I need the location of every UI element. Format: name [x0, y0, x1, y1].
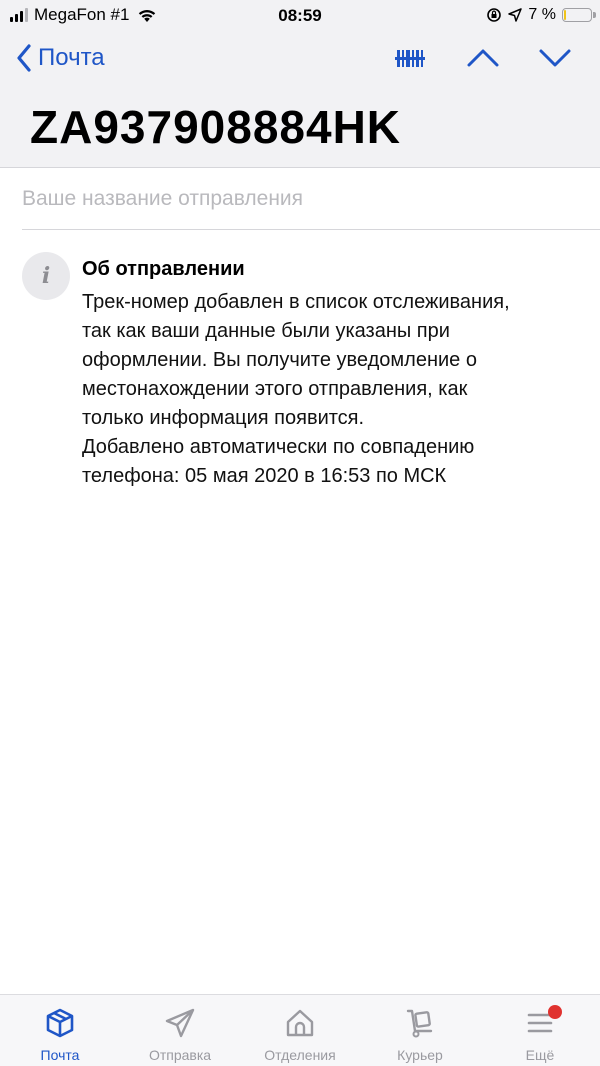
- notification-badge: [548, 1005, 562, 1019]
- chevron-left-icon: [17, 44, 31, 72]
- tab-eshche[interactable]: Ещё: [480, 995, 600, 1066]
- info-line: Добавлено автоматически по совпадению: [82, 436, 475, 458]
- info-line: оформлении. Вы получите уведомление о: [82, 349, 477, 371]
- navigation-header: Почта ZA937908884HK: [0, 32, 600, 168]
- orientation-lock-icon: [487, 8, 502, 22]
- tab-bar: Почта Отправка Отделения Курьер Ещё: [0, 994, 600, 1066]
- info-title: Об отправлении: [82, 258, 245, 280]
- info-line: телефона: 05 мая 2020 в 16:53 по МСК: [82, 465, 447, 487]
- tracking-number-title: ZA937908884HK: [30, 101, 402, 153]
- tab-label: Отправка: [148, 1047, 212, 1063]
- battery-icon: [562, 8, 596, 22]
- barcode-icon: [395, 50, 425, 67]
- back-button[interactable]: Почта: [16, 44, 105, 72]
- tab-label: Почта: [40, 1047, 80, 1063]
- next-item-button[interactable]: [538, 44, 572, 77]
- status-bar: MegaFon #1 08:59 7 %: [0, 0, 600, 32]
- back-button-label: Почта: [38, 44, 105, 71]
- info-icon: i: [22, 252, 70, 300]
- parcel-box-icon: [46, 1008, 74, 1038]
- tab-label: Ещё: [525, 1047, 555, 1063]
- chevron-down-icon: [539, 49, 571, 67]
- info-line: Трек-номер добавлен в список отслеживани…: [82, 291, 510, 313]
- info-description: Трек-номер добавлен в список отслеживани…: [82, 288, 582, 491]
- info-line: так как ваши данные были указаны при: [82, 320, 450, 342]
- hand-truck-icon: [406, 1009, 433, 1038]
- location-arrow-icon: [508, 8, 523, 22]
- tab-kurer[interactable]: Курьер: [360, 995, 480, 1066]
- barcode-scan-button[interactable]: [392, 44, 428, 77]
- paper-plane-icon: [165, 1008, 195, 1038]
- home-office-icon: [286, 1009, 314, 1037]
- battery-percent: 7 %: [528, 6, 556, 23]
- tab-pochta[interactable]: Почта: [0, 995, 120, 1066]
- previous-item-button[interactable]: [466, 44, 500, 77]
- chevron-up-icon: [467, 49, 499, 67]
- tab-label: Курьер: [397, 1047, 443, 1063]
- shipment-name-input[interactable]: [22, 168, 600, 229]
- shipment-name-field: [22, 168, 600, 230]
- tab-otdeleniya[interactable]: Отделения: [240, 995, 360, 1066]
- tab-otpravka[interactable]: Отправка: [120, 995, 240, 1066]
- info-line: только информация появится.: [82, 407, 365, 429]
- tab-label: Отделения: [264, 1047, 336, 1063]
- info-line: местонахождении этого отправления, как: [82, 378, 468, 400]
